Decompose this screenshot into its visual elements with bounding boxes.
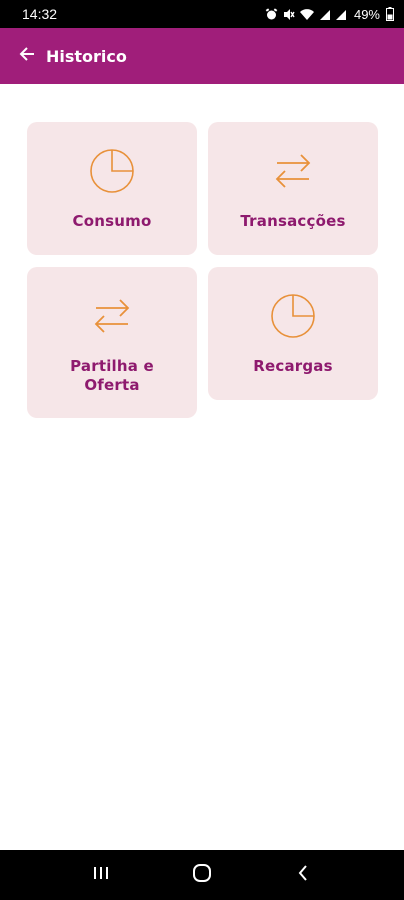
recargas-card[interactable]: Recargas [208, 267, 378, 400]
back-button[interactable] [12, 41, 42, 71]
system-nav-bar [0, 850, 404, 900]
nav-back-button[interactable] [283, 855, 323, 895]
transaccoes-card[interactable]: Transacções [208, 122, 378, 255]
status-time: 14:32 [22, 6, 58, 22]
page-title: Historico [46, 46, 127, 66]
wifi-icon [299, 8, 315, 21]
mute-icon [282, 8, 295, 21]
recent-apps-icon [92, 865, 110, 885]
back-icon [297, 864, 309, 886]
consumo-label: Consumo [72, 212, 152, 230]
signal-icon [335, 8, 347, 21]
app-bar: Historico [0, 28, 404, 84]
alarm-icon [265, 7, 278, 21]
signal-icon [319, 8, 331, 21]
battery-icon [386, 7, 394, 21]
recent-apps-button[interactable] [81, 855, 121, 895]
pie-chart-icon [88, 147, 136, 195]
status-icons: 49% [265, 7, 394, 22]
recargas-label: Recargas [253, 357, 333, 375]
swap-arrows-icon [273, 147, 313, 195]
battery-percentage: 49% [353, 6, 380, 22]
arrow-left-icon [18, 45, 36, 67]
swap-arrows-icon [92, 292, 132, 340]
partilha-oferta-label: Partilha e Oferta [70, 357, 154, 394]
pie-chart-icon [269, 292, 317, 340]
transaccoes-label: Transacções [240, 212, 346, 230]
status-bar: 14:32 49% [0, 0, 404, 28]
home-icon [192, 863, 212, 887]
home-button[interactable] [182, 855, 222, 895]
partilha-oferta-card[interactable]: Partilha e Oferta [27, 267, 197, 418]
consumo-card[interactable]: Consumo [27, 122, 197, 255]
